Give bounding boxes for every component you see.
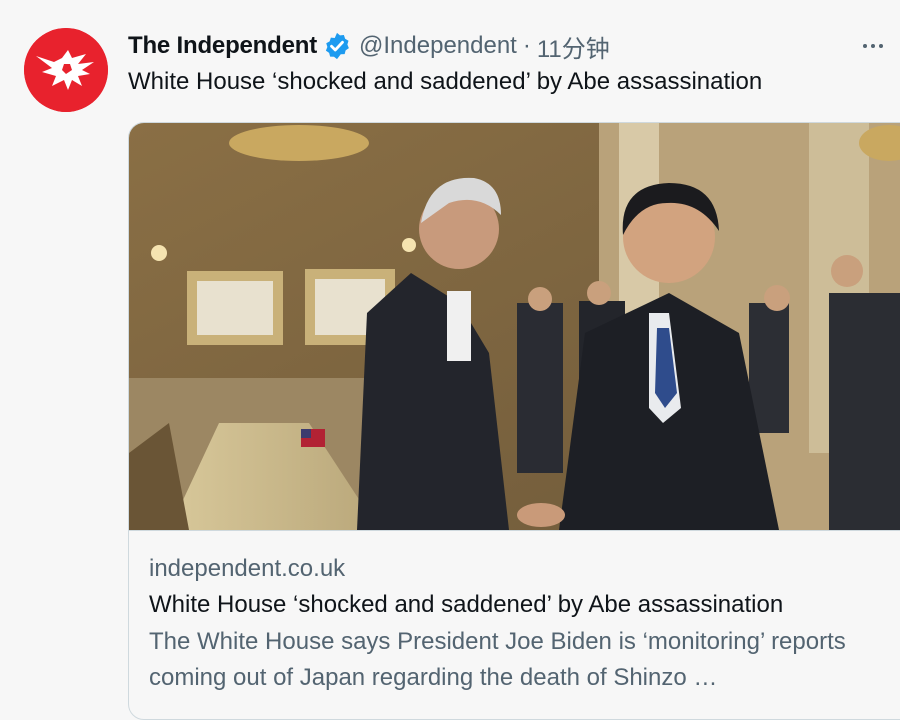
more-options-icon[interactable] — [856, 34, 890, 58]
separator-dot: · — [522, 32, 531, 59]
card-image[interactable] — [129, 123, 900, 531]
author-name[interactable]: The Independent — [128, 32, 317, 60]
card-body[interactable]: independent.co.uk White House ‘shocked a… — [149, 553, 899, 696]
author-handle[interactable]: @Independent — [359, 32, 517, 60]
more-dot — [879, 44, 883, 48]
card-title: White House ‘shocked and saddened’ by Ab… — [149, 591, 784, 618]
card-domain: independent.co.uk — [149, 555, 346, 582]
link-card[interactable]: independent.co.uk White House ‘shocked a… — [128, 122, 900, 720]
avatar[interactable] — [24, 28, 108, 112]
more-dot — [863, 44, 867, 48]
eagle-logo-icon — [24, 28, 108, 112]
card-description: The White House says President Joe Biden… — [149, 628, 846, 691]
more-dot — [871, 44, 875, 48]
tweet-header: The Independent @Independent · 11分钟 — [128, 29, 610, 64]
verified-badge-icon — [325, 32, 349, 60]
tweet[interactable]: The Independent @Independent · 11分钟 Whit… — [0, 0, 900, 720]
tweet-text: White House ‘shocked and saddened’ by Ab… — [128, 68, 763, 95]
tweet-timestamp[interactable]: 11分钟 — [537, 29, 610, 64]
